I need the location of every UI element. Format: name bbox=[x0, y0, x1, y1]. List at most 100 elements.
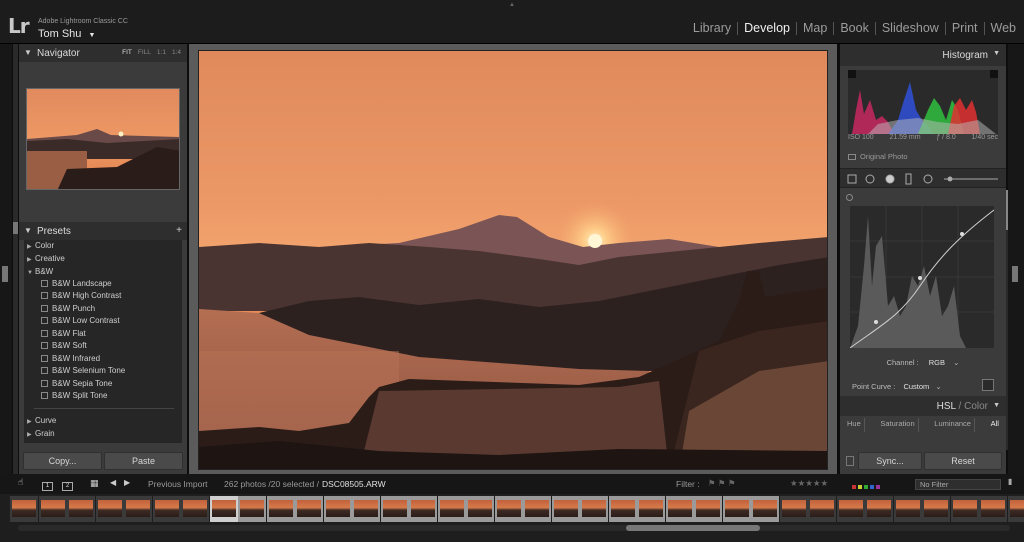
filmstrip-thumb[interactable] bbox=[437, 496, 466, 522]
hsl-title-hsl[interactable]: HSL bbox=[937, 401, 956, 412]
preset-item[interactable]: B&W Low Contrast bbox=[41, 316, 120, 328]
filmstrip-thumb[interactable] bbox=[779, 496, 808, 522]
copy-button[interactable]: Copy... bbox=[23, 452, 102, 470]
main-photo[interactable] bbox=[198, 50, 828, 470]
reset-button[interactable]: Reset bbox=[924, 452, 1002, 470]
paste-button[interactable]: Paste bbox=[104, 452, 183, 470]
filmstrip-thumb[interactable] bbox=[67, 496, 95, 522]
left-panel-edge[interactable] bbox=[0, 44, 12, 474]
point-curve-value[interactable]: Custom bbox=[903, 382, 929, 391]
filmstrip-thumb[interactable] bbox=[523, 496, 551, 522]
preset-item[interactable]: B&W Split Tone bbox=[41, 391, 107, 403]
filmstrip-thumb[interactable] bbox=[152, 496, 181, 522]
filmstrip-thumb[interactable] bbox=[922, 496, 950, 522]
navigator-header[interactable]: ▼ Navigator FIT FILL 1:1 1:4 bbox=[19, 44, 187, 62]
filmstrip-thumb[interactable] bbox=[494, 496, 523, 522]
filmstrip-thumb[interactable] bbox=[124, 496, 152, 522]
zoom-1-1[interactable]: 1:1 bbox=[157, 49, 166, 56]
right-panel-toggle-icon[interactable] bbox=[1012, 266, 1018, 282]
filmstrip-thumb[interactable] bbox=[637, 496, 665, 522]
filmstrip-thumb[interactable] bbox=[808, 496, 836, 522]
photo-canvas[interactable] bbox=[189, 44, 837, 474]
pointer-icon[interactable]: ☝ bbox=[18, 477, 23, 488]
preset-item[interactable]: B&W High Contrast bbox=[41, 291, 121, 303]
tab-luminance[interactable]: Luminance bbox=[931, 418, 975, 432]
filmstrip-thumb[interactable] bbox=[608, 496, 637, 522]
curve-channel[interactable]: Channel : RGB ⌄ bbox=[840, 358, 1006, 367]
arrow-left-icon[interactable]: ◀ bbox=[110, 478, 116, 487]
original-photo-checkbox[interactable] bbox=[848, 154, 856, 160]
filmstrip-thumb[interactable] bbox=[266, 496, 295, 522]
preset-item[interactable]: B&W Selenium Tone bbox=[41, 366, 125, 378]
filmstrip-thumb[interactable] bbox=[580, 496, 608, 522]
filmstrip-thumb[interactable] bbox=[893, 496, 922, 522]
filmstrip-thumb[interactable] bbox=[665, 496, 694, 522]
sync-button[interactable]: Sync... bbox=[858, 452, 922, 470]
preset-item[interactable]: B&W Sepia Tone bbox=[41, 379, 112, 391]
target-adjust-icon[interactable] bbox=[846, 194, 853, 201]
module-web[interactable]: Web bbox=[985, 22, 1018, 35]
histogram-header[interactable]: Histogram ▼ bbox=[840, 44, 1006, 66]
left-panel-toggle-icon[interactable] bbox=[2, 266, 8, 282]
module-print[interactable]: Print bbox=[946, 22, 985, 35]
top-panel-toggle-icon[interactable]: ▲ bbox=[509, 2, 515, 8]
monitor-2-button[interactable]: 2 bbox=[62, 479, 73, 491]
flag-icon[interactable]: ⚑ ⚑ ⚑ bbox=[708, 478, 736, 489]
filmstrip-thumb[interactable] bbox=[466, 496, 494, 522]
preset-group-grain[interactable]: ▶ Grain bbox=[27, 429, 55, 441]
filmstrip-thumb[interactable] bbox=[409, 496, 437, 522]
filmstrip-thumb[interactable] bbox=[865, 496, 893, 522]
point-curve-select[interactable]: Point Curve : Custom ⌄ bbox=[852, 382, 942, 391]
navigator-preview[interactable] bbox=[26, 88, 180, 190]
hsl-header[interactable]: HSL / Color ▼ bbox=[840, 396, 1006, 416]
presets-header[interactable]: ▼ Presets + bbox=[19, 222, 187, 240]
filmstrip-thumb[interactable] bbox=[751, 496, 779, 522]
filmstrip-thumb[interactable] bbox=[10, 496, 38, 522]
filmstrip-scrollbar[interactable] bbox=[18, 525, 1010, 531]
current-filename[interactable]: DSC08505.ARW bbox=[322, 479, 386, 489]
preset-item[interactable]: B&W Landscape bbox=[41, 279, 112, 291]
filmstrip-thumb[interactable] bbox=[295, 496, 323, 522]
arrow-right-icon[interactable]: ▶ bbox=[124, 478, 130, 487]
channel-value[interactable]: RGB bbox=[929, 358, 945, 367]
left-panel-scrollbar[interactable] bbox=[13, 44, 18, 474]
tab-hue[interactable]: Hue bbox=[844, 418, 865, 432]
original-photo-toggle[interactable]: Original Photo bbox=[848, 152, 908, 161]
preset-group-creative[interactable]: ▶ Creative bbox=[27, 254, 65, 266]
sync-switch-icon[interactable] bbox=[846, 456, 854, 466]
filmstrip-thumb[interactable] bbox=[1007, 496, 1024, 522]
tab-all[interactable]: All bbox=[988, 418, 1002, 432]
zoom-1-4[interactable]: 1:4 bbox=[172, 49, 181, 56]
module-slideshow[interactable]: Slideshow bbox=[876, 22, 946, 35]
filmstrip-thumb[interactable] bbox=[380, 496, 409, 522]
identity-plate[interactable]: Tom Shu ▼ bbox=[38, 28, 95, 40]
right-panel-edge[interactable] bbox=[1008, 44, 1024, 474]
preset-item[interactable]: B&W Infrared bbox=[41, 354, 100, 366]
filmstrip-source[interactable]: Previous Import bbox=[148, 479, 208, 489]
color-label-icon[interactable] bbox=[852, 481, 880, 491]
hsl-title-color[interactable]: Color bbox=[964, 401, 988, 412]
filmstrip-thumb[interactable] bbox=[209, 496, 238, 522]
preset-item[interactable]: B&W Soft bbox=[41, 341, 87, 353]
filmstrip-thumb[interactable] bbox=[979, 496, 1007, 522]
module-book[interactable]: Book bbox=[834, 22, 876, 35]
parametric-curve-icon[interactable] bbox=[982, 379, 994, 391]
filmstrip-thumb[interactable] bbox=[238, 496, 266, 522]
module-develop[interactable]: Develop bbox=[738, 22, 797, 35]
left-panel-scroll-thumb[interactable] bbox=[13, 222, 18, 234]
filter-preset-dropdown[interactable]: No Filter bbox=[915, 479, 1001, 490]
rating-stars[interactable]: ★★★★★ bbox=[790, 478, 828, 489]
filmstrip-thumb[interactable] bbox=[38, 496, 67, 522]
module-map[interactable]: Map bbox=[797, 22, 835, 35]
preset-item[interactable]: B&W Punch bbox=[41, 304, 95, 316]
filmstrip-thumb[interactable] bbox=[950, 496, 979, 522]
module-library[interactable]: Library bbox=[687, 22, 739, 35]
filmstrip-thumb[interactable] bbox=[694, 496, 722, 522]
tab-saturation[interactable]: Saturation bbox=[877, 418, 919, 432]
preset-group-curve[interactable]: ▶ Curve bbox=[27, 416, 56, 428]
filmstrip-thumb[interactable] bbox=[181, 496, 209, 522]
filmstrip-thumb[interactable] bbox=[551, 496, 580, 522]
zoom-fill[interactable]: FILL bbox=[138, 49, 151, 56]
monitor-1-button[interactable]: 1 bbox=[42, 479, 53, 491]
preset-group-bw[interactable]: ▼ B&W bbox=[27, 267, 53, 279]
